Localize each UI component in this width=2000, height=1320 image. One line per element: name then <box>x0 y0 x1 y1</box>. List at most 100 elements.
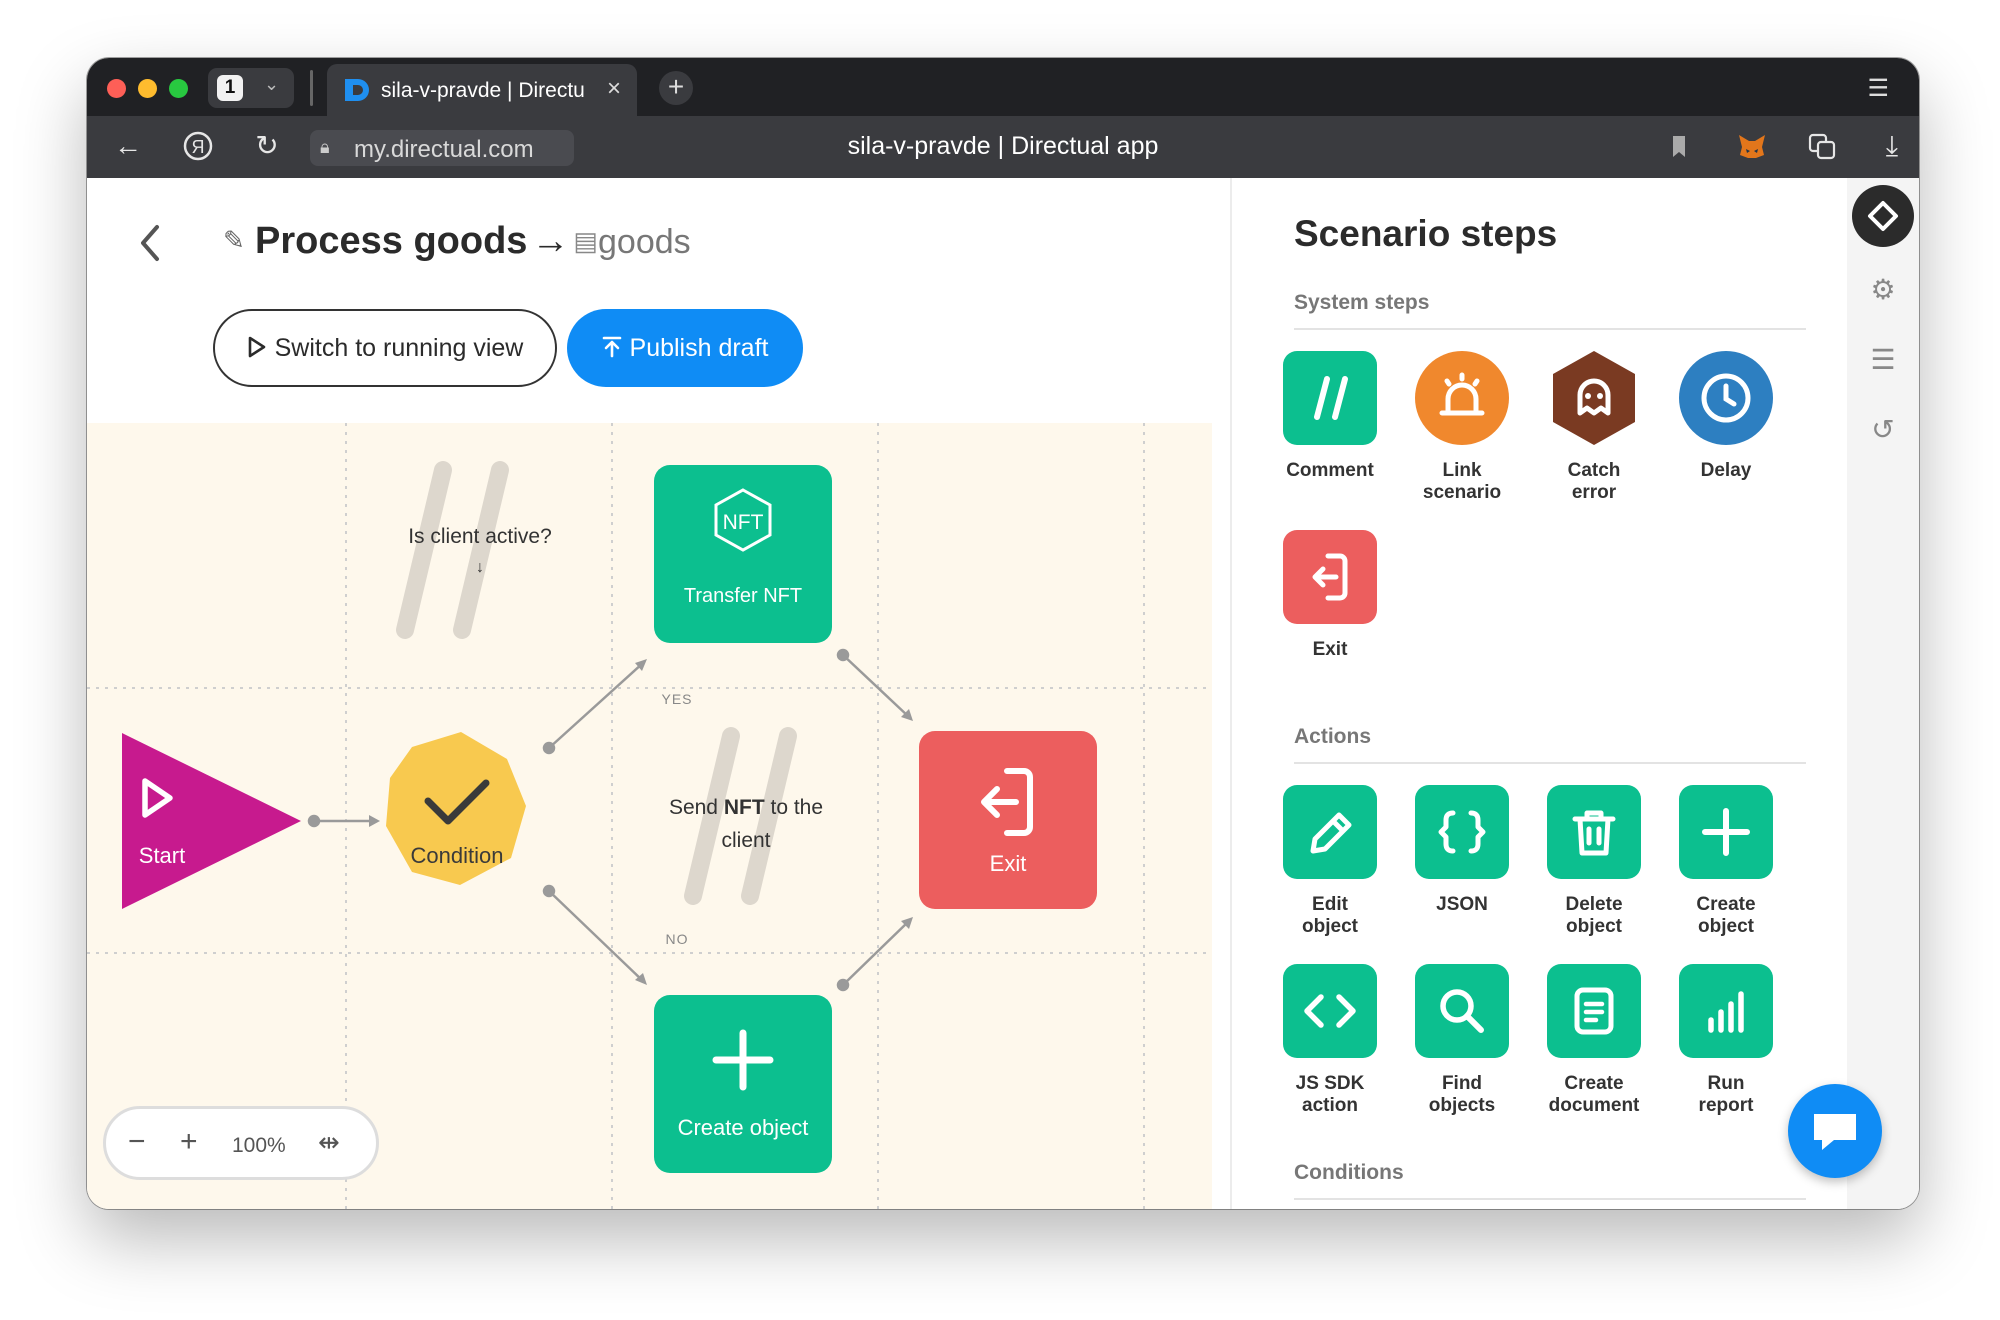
plus-icon <box>1679 785 1773 879</box>
ghost-icon <box>1553 351 1635 445</box>
yes-label: YES <box>661 691 693 707</box>
system-steps-heading: System steps <box>1294 291 1430 314</box>
step-edit-object[interactable]: Edit object <box>1270 785 1390 938</box>
comment-is-client-active[interactable]: Is client active? <box>347 525 613 549</box>
publish-draft-label: Publish draft <box>629 334 769 362</box>
step-json[interactable]: JSON <box>1402 785 1522 916</box>
comment-icon <box>1283 351 1377 445</box>
start-node[interactable] <box>122 733 301 909</box>
browser-toolbar: ← Я ↻ 🔒︎ my.directual.com sila-v-pravde … <box>87 116 1919 178</box>
collection-link[interactable]: goods <box>598 223 691 261</box>
collection-icon: ▤ <box>573 226 598 256</box>
step-create-document[interactable]: Create document <box>1534 964 1654 1117</box>
conditions-heading: Conditions <box>1294 1161 1404 1184</box>
list-icon[interactable]: ☰ <box>1861 338 1905 382</box>
transfer-nft-label: Transfer NFT <box>683 585 803 607</box>
new-tab-button[interactable]: + <box>659 71 693 105</box>
exit-node[interactable] <box>919 731 1097 909</box>
transfer-nft-node[interactable]: NFT <box>654 465 832 643</box>
pencil-icon <box>1283 785 1377 879</box>
bookmark-icon[interactable] <box>1662 129 1696 163</box>
chevron-down-icon: ⌄ <box>264 74 280 94</box>
step-label: Comment <box>1286 460 1374 481</box>
step-find-objects[interactable]: Find objects <box>1402 964 1522 1117</box>
publish-draft-button[interactable]: Publish draft <box>567 309 803 387</box>
diamond-icon <box>1868 201 1898 231</box>
link-scenario-icon <box>1415 351 1509 445</box>
back-chevron-icon[interactable] <box>135 223 165 263</box>
step-create-object[interactable]: Create object <box>1666 785 1786 938</box>
conditions-divider <box>1294 1198 1806 1200</box>
step-label-2: object <box>1698 916 1754 937</box>
hamburger-menu-icon[interactable]: ☰ <box>1867 74 1889 103</box>
step-label-2: document <box>1548 1095 1640 1116</box>
close-window-button[interactable] <box>107 79 126 98</box>
step-js-sdk-action[interactable]: JS SDK action <box>1270 964 1390 1117</box>
exit-icon <box>1283 530 1377 624</box>
zoom-in-icon[interactable]: + <box>180 1125 198 1159</box>
chat-bubble-icon <box>1814 1114 1856 1150</box>
step-label-2: scenario <box>1422 482 1502 503</box>
comment-send-nft[interactable]: Send NFT to the client <box>613 791 879 857</box>
tab-active[interactable]: sila-v-pravde | Directu × <box>327 64 637 116</box>
step-label-2: object <box>1566 916 1622 937</box>
step-label-2: error <box>1571 482 1617 503</box>
comment-send-nft-part3: client <box>721 829 771 852</box>
scenario-steps-tab[interactable] <box>1852 185 1914 247</box>
right-tool-rail: ⚙ ☰ ↺ <box>1847 178 1919 1209</box>
tab-title: sila-v-pravde | Directu <box>381 79 585 102</box>
switch-running-view-button[interactable]: Switch to running view <box>213 309 557 387</box>
no-label: NO <box>665 931 689 947</box>
step-label: JS SDK <box>1295 1073 1365 1094</box>
step-label: Run <box>1707 1073 1745 1094</box>
step-run-report[interactable]: Run report <box>1666 964 1786 1117</box>
braces-icon <box>1415 785 1509 879</box>
step-label: Delay <box>1700 460 1752 481</box>
comment-send-nft-part2: to the <box>764 796 824 819</box>
step-label: JSON <box>1436 894 1488 915</box>
step-label: Edit <box>1312 894 1348 915</box>
comment-send-nft-part1: Send <box>668 796 724 819</box>
step-comment[interactable]: Comment <box>1270 351 1390 482</box>
chart-icon <box>1679 964 1773 1058</box>
close-tab-icon[interactable]: × <box>607 75 621 103</box>
download-icon[interactable]: ⤓ <box>1875 129 1909 163</box>
step-label: Find <box>1441 1073 1483 1094</box>
step-label: Create <box>1564 1073 1624 1094</box>
metamask-icon[interactable] <box>1735 129 1769 163</box>
zoom-controls: − + 100% ⇹ <box>103 1106 379 1180</box>
settings-gear-icon[interactable]: ⚙ <box>1861 268 1905 312</box>
system-steps-divider <box>1294 328 1806 330</box>
step-label: Exit <box>1312 639 1348 660</box>
fit-width-icon[interactable]: ⇹ <box>318 1127 340 1158</box>
step-label-2: objects <box>1428 1095 1496 1116</box>
comment-send-nft-bold: NFT <box>723 796 765 819</box>
switch-running-view-label: Switch to running view <box>274 334 524 362</box>
search-icon <box>1415 964 1509 1058</box>
create-object-node[interactable] <box>654 995 832 1173</box>
comment-arrow: ↓ <box>476 559 484 576</box>
scenario-steps-panel: Scenario steps System steps Comment Link… <box>1232 178 1832 1209</box>
title-arrow: → <box>531 220 570 262</box>
chat-support-button[interactable] <box>1788 1084 1882 1178</box>
page-title-bar: sila-v-pravde | Directual app <box>847 132 1159 160</box>
step-link-scenario[interactable]: Link scenario <box>1402 351 1522 504</box>
step-label: Catch <box>1567 460 1621 481</box>
tab-switcher[interactable]: 1 ⌄ <box>208 68 294 108</box>
step-exit[interactable]: Exit <box>1270 530 1390 661</box>
step-catch-error[interactable]: Catch error <box>1534 351 1654 504</box>
step-label: Create <box>1696 894 1756 915</box>
minimize-window-button[interactable] <box>138 79 157 98</box>
actions-divider <box>1294 762 1806 764</box>
tab-separator <box>310 70 313 106</box>
step-delete-object[interactable]: Delete object <box>1534 785 1654 938</box>
tab-count: 1 <box>217 75 243 101</box>
step-delay[interactable]: Delay <box>1666 351 1786 482</box>
history-icon[interactable]: ↺ <box>1861 408 1905 452</box>
document-icon <box>1547 964 1641 1058</box>
maximize-window-button[interactable] <box>169 79 188 98</box>
zoom-out-icon[interactable]: − <box>128 1125 146 1159</box>
edit-title-pencil-icon[interactable]: ✎ <box>223 225 249 256</box>
scenario-canvas[interactable]: NFT Start Condition Transfer NFT Exit Cr… <box>87 423 1212 1209</box>
translate-icon[interactable] <box>1805 129 1839 163</box>
